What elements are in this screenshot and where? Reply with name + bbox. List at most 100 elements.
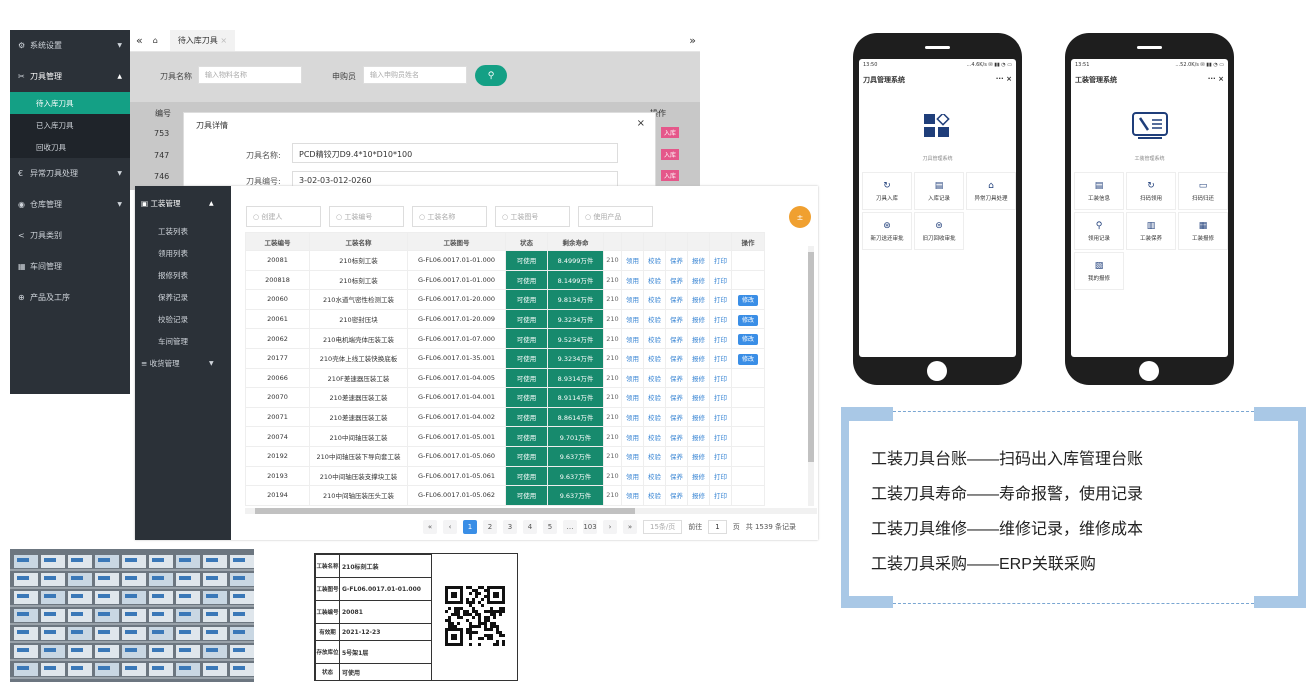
page-size-select[interactable]: 15条/页	[643, 520, 683, 534]
page-button[interactable]: 5	[543, 520, 557, 534]
action-link[interactable]: 保养	[665, 347, 688, 369]
action-link[interactable]: 保养	[665, 465, 688, 487]
sidebar-item-product[interactable]: ⊕ 产品及工序	[10, 282, 130, 313]
action-link[interactable]: 领用	[621, 387, 644, 408]
action-link[interactable]: 打印	[709, 328, 732, 349]
app-tile[interactable]: ▦ 工装报修	[1178, 212, 1228, 250]
action-link[interactable]: 打印	[709, 269, 732, 291]
action-link[interactable]: 领用	[621, 269, 644, 291]
table-row[interactable]: 20062 210电机端壳体压装工装 G-FL06.0017.01-07.000 可使…	[245, 328, 765, 349]
sidebar-sub-recycled[interactable]: 回收刀具	[10, 136, 130, 158]
scrollbar-thumb[interactable]	[255, 508, 635, 514]
action-link[interactable]: 领用	[621, 465, 644, 487]
action-link[interactable]: 打印	[709, 406, 732, 428]
table-row[interactable]: 20066 210F差速器压装工装 G-FL06.0017.01-04.005 可使用…	[245, 367, 765, 389]
action-link[interactable]: 校验	[643, 465, 666, 487]
table-row[interactable]: 20074 210中间轴压装工装 G-FL06.0017.01-05.001 可使用 9…	[245, 426, 765, 447]
stock-in-button[interactable]: 入库	[661, 170, 680, 181]
filter-input[interactable]: ○ 工装图号	[495, 206, 570, 227]
close-icon[interactable]: ×	[637, 118, 645, 129]
app-tile[interactable]: ↻ 扫码领用	[1126, 172, 1176, 210]
vertical-scrollbar[interactable]	[808, 246, 814, 506]
horizontal-scrollbar[interactable]	[245, 508, 817, 514]
table-row[interactable]: 20194 210中间轴压装压头工装 G-FL06.0017.01-05.062 可使…	[245, 485, 765, 506]
app-tile[interactable]: ▭ 扫码归还	[1178, 172, 1228, 210]
action-link[interactable]: 校验	[643, 485, 666, 506]
page-button[interactable]: 3	[503, 520, 517, 534]
action-link[interactable]: 校验	[643, 445, 666, 467]
sidebar-item-workshop[interactable]: ▦ 车间管理	[10, 251, 130, 282]
home-button[interactable]	[927, 361, 947, 381]
stock-in-button[interactable]: 入库	[661, 127, 680, 138]
page-button[interactable]: 1	[463, 520, 477, 534]
sidebar-item-repair-list[interactable]: 报修列表	[135, 264, 231, 286]
action-link[interactable]: 领用	[621, 445, 644, 467]
tool-name-field[interactable]: PCD精铰刀D9.4*10*D10*100	[292, 143, 618, 163]
edit-button[interactable]: 修改	[737, 294, 758, 306]
action-link[interactable]: 报修	[687, 269, 710, 291]
prev-page-button[interactable]: ‹	[443, 520, 457, 534]
table-row[interactable]: 20081 210标刻工装 G-FL06.0017.01-01.000 可使用 8.49…	[245, 250, 765, 271]
scrollbar-thumb[interactable]	[808, 252, 814, 462]
first-page-button[interactable]: «	[423, 520, 437, 534]
filter-input[interactable]: ○ 工装名称	[412, 206, 487, 227]
action-link[interactable]: 报修	[687, 308, 710, 330]
app-tile[interactable]: ▤ 工装信息	[1074, 172, 1124, 210]
sidebar-section-receiving[interactable]: ≡ 收货管理 ▼	[135, 352, 231, 374]
action-link[interactable]: 保养	[665, 426, 688, 447]
filter-input[interactable]: ○ 创建人	[246, 206, 321, 227]
action-link[interactable]: 校验	[643, 289, 666, 310]
action-link[interactable]: 校验	[643, 367, 666, 389]
expand-icon[interactable]: »	[689, 34, 696, 47]
action-link[interactable]: 领用	[621, 328, 644, 349]
action-link[interactable]: 保养	[665, 250, 688, 271]
action-link[interactable]: 校验	[643, 250, 666, 271]
table-row[interactable]: 20193 210中间轴压装支撑块工装 G-FL06.0017.01-05.061 可…	[245, 465, 765, 487]
action-link[interactable]: 报修	[687, 347, 710, 369]
menu-icon[interactable]: ··· ×	[1208, 75, 1224, 85]
action-link[interactable]: 打印	[709, 387, 732, 408]
action-link[interactable]: 打印	[709, 250, 732, 271]
sidebar-section-fixture[interactable]: ▣ 工装管理 ▲	[135, 186, 231, 220]
last-page-button[interactable]: »	[623, 520, 637, 534]
app-tile[interactable]: ▥ 工装保养	[1126, 212, 1176, 250]
action-link[interactable]: 保养	[665, 269, 688, 291]
home-icon[interactable]: ⌂	[153, 36, 158, 45]
page-button[interactable]: 4	[523, 520, 537, 534]
home-button[interactable]	[1139, 361, 1159, 381]
action-link[interactable]: 领用	[621, 347, 644, 369]
filter-input[interactable]: ○ 使用产品	[578, 206, 653, 227]
table-row[interactable]: 20061 210密封压块 G-FL06.0017.01-20.009 可使用 9.32…	[245, 308, 765, 330]
page-button[interactable]: 103	[583, 520, 597, 534]
action-link[interactable]: 报修	[687, 250, 710, 271]
action-link[interactable]: 校验	[643, 308, 666, 330]
action-link[interactable]: 校验	[643, 269, 666, 291]
action-link[interactable]: 领用	[621, 485, 644, 506]
action-link[interactable]: 报修	[687, 465, 710, 487]
table-row[interactable]: 20070 210差速器压装工装 G-FL06.0017.01-04.001 可使用 8…	[245, 387, 765, 408]
buyer-input[interactable]: 输入申购员姓名	[363, 66, 467, 84]
sidebar-item-workshop[interactable]: 车间管理	[135, 330, 231, 352]
tab-pending[interactable]: 待入库刀具 ×	[169, 30, 236, 51]
collapse-icon[interactable]: «	[136, 34, 143, 47]
page-button[interactable]: 2	[483, 520, 497, 534]
action-link[interactable]: 打印	[709, 347, 732, 369]
sidebar-item-calibration[interactable]: 校验记录	[135, 308, 231, 330]
page-button[interactable]: …	[563, 520, 577, 534]
action-link[interactable]: 打印	[709, 426, 732, 447]
table-row[interactable]: 20177 210壳体上线工装快换底板 G-FL06.0017.01-35.001 可…	[245, 347, 765, 369]
edit-button[interactable]: 修改	[737, 334, 758, 346]
action-link[interactable]: 领用	[621, 426, 644, 447]
upload-button[interactable]: ±	[789, 206, 811, 228]
action-link[interactable]: 报修	[687, 367, 710, 389]
action-link[interactable]: 校验	[643, 328, 666, 349]
table-row[interactable]: 20060 210水道气密性检测工装 G-FL06.0017.01-20.000 可使…	[245, 289, 765, 310]
action-link[interactable]: 报修	[687, 485, 710, 506]
sidebar-sub-stored[interactable]: 已入库刀具	[10, 114, 130, 136]
action-link[interactable]: 保养	[665, 367, 688, 389]
menu-icon[interactable]: ··· ×	[996, 75, 1012, 85]
action-link[interactable]: 领用	[621, 367, 644, 389]
action-link[interactable]: 校验	[643, 406, 666, 428]
action-link[interactable]: 校验	[643, 347, 666, 369]
action-link[interactable]: 打印	[709, 465, 732, 487]
